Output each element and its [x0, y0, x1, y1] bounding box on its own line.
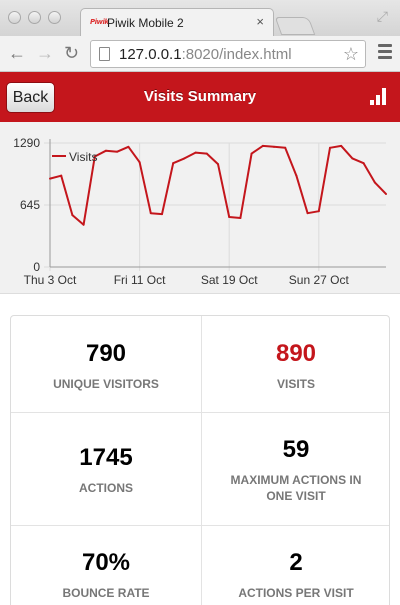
visits-data-point: [340, 144, 343, 147]
visits-chart: 0 645 1290 Thu 3 Oct Fri 11 Oct Sat 19 Oct Sun…: [13, 136, 387, 287]
app-header: Back Visits Summary: [0, 72, 400, 122]
legend-label: Visits: [69, 150, 97, 164]
x-tick-label: Sun 27 Oct: [289, 273, 350, 287]
stat-actions[interactable]: 1745 ACTIONS: [11, 444, 201, 496]
row-divider: [11, 525, 389, 526]
page-title: Visits Summary: [143, 88, 257, 105]
stat-value: 2: [289, 549, 303, 576]
reload-icon[interactable]: ↻: [64, 43, 79, 64]
page-icon: [99, 47, 110, 61]
visits-data-point: [60, 174, 63, 177]
visits-data-point: [284, 146, 287, 149]
visits-data-point: [149, 212, 152, 215]
stat-label: VISITS: [276, 377, 315, 391]
url-host: 127.0.0.1: [119, 46, 182, 63]
stat-bounce-rate[interactable]: 70% BOUNCE RATE: [11, 549, 201, 601]
browser-tab-bar: Piwik Piwik Mobile 2 × ⤢: [0, 0, 400, 37]
visits-data-point: [351, 157, 354, 160]
stat-unique-visitors[interactable]: 790 UNIQUE VISITORS: [11, 340, 201, 392]
piwik-favicon-icon: Piwik: [90, 18, 109, 26]
visits-data-point: [373, 181, 376, 184]
minimize-window-button[interactable]: [28, 11, 41, 24]
y-tick-label: 645: [20, 198, 40, 212]
fullscreen-icon[interactable]: ⤢: [377, 8, 388, 25]
browser-toolbar: ← → ↻ 127.0.0.1:8020/index.html ☆: [0, 36, 400, 72]
bookmark-star-icon[interactable]: ☆: [343, 44, 359, 65]
visits-data-point: [71, 214, 74, 217]
visits-data-point: [172, 162, 175, 165]
stat-value: 70%: [81, 549, 131, 576]
stat-label: ACTIONS PER VISIT: [238, 586, 354, 600]
visits-data-point: [317, 210, 320, 213]
address-bar[interactable]: 127.0.0.1:8020/index.html ☆: [90, 40, 366, 68]
visits-data-point: [205, 152, 208, 155]
browser-tab[interactable]: Piwik Piwik Mobile 2 ×: [80, 8, 274, 37]
stat-actions-per-visit[interactable]: 2 ACTIONS PER VISIT: [201, 549, 391, 601]
x-tick-label: Sat 19 Oct: [201, 273, 258, 287]
close-window-button[interactable]: [8, 11, 21, 24]
visits-data-point: [261, 144, 264, 147]
stat-value: 890: [275, 340, 317, 367]
visits-data-point: [362, 162, 365, 165]
x-tick-label: Fri 11 Oct: [114, 273, 166, 287]
visits-chart-container: 0 645 1290 Thu 3 Oct Fri 11 Oct Sat 19 Oct Sun…: [0, 122, 400, 294]
stat-label: BOUNCE RATE: [62, 586, 150, 600]
visits-data-point: [250, 152, 253, 155]
stat-label: MAXIMUM ACTIONS IN ONE VISIT: [230, 473, 362, 503]
stat-value: 790: [85, 340, 127, 367]
visits-data-point: [161, 213, 163, 216]
browser-menu-icon[interactable]: [378, 44, 392, 62]
visits-data-point: [49, 177, 51, 180]
stat-label: ACTIONS: [79, 481, 133, 495]
visits-data-point: [228, 216, 231, 219]
url-path: :8020/index.html: [181, 46, 292, 63]
graph-icon[interactable]: [370, 87, 388, 105]
visits-data-point: [295, 174, 298, 177]
visits-data-point: [273, 145, 275, 148]
visits-data-point: [82, 223, 85, 226]
visits-data-point: [306, 212, 309, 215]
visits-data-point: [183, 157, 186, 160]
stat-value: 1745: [79, 444, 133, 471]
stat-value: 59: [282, 436, 310, 463]
visits-data-point: [105, 149, 107, 152]
visits-series-line: [49, 144, 387, 226]
visits-data-point: [127, 145, 130, 148]
x-tick-label: Thu 3 Oct: [24, 273, 77, 287]
y-tick-label: 0: [33, 260, 40, 274]
back-arrow-icon[interactable]: ←: [8, 43, 26, 64]
stat-max-actions[interactable]: 59 MAXIMUM ACTIONS IN ONE VISIT: [216, 436, 376, 504]
visits-data-point: [116, 150, 119, 153]
new-tab-button[interactable]: [274, 17, 316, 35]
visits-data-point: [217, 163, 219, 166]
stat-label: UNIQUE VISITORS: [53, 377, 159, 391]
visits-data-point: [329, 146, 331, 149]
visits-data-point: [194, 151, 197, 154]
stat-visits[interactable]: 890 VISITS: [201, 340, 391, 392]
visits-data-point: [385, 192, 387, 195]
row-divider: [11, 412, 389, 413]
y-tick-label: 1290: [13, 136, 40, 150]
tab-close-icon[interactable]: ×: [256, 14, 264, 29]
stats-grid: 790 UNIQUE VISITORS 890 VISITS 1745 ACTI…: [10, 315, 390, 605]
url-text: 127.0.0.1:8020/index.html: [119, 46, 292, 63]
tab-title: Piwik Mobile 2: [107, 16, 184, 30]
forward-arrow-icon[interactable]: →: [36, 43, 54, 64]
visits-data-point: [239, 216, 242, 219]
zoom-window-button[interactable]: [48, 11, 61, 24]
visits-data-point: [138, 161, 141, 164]
